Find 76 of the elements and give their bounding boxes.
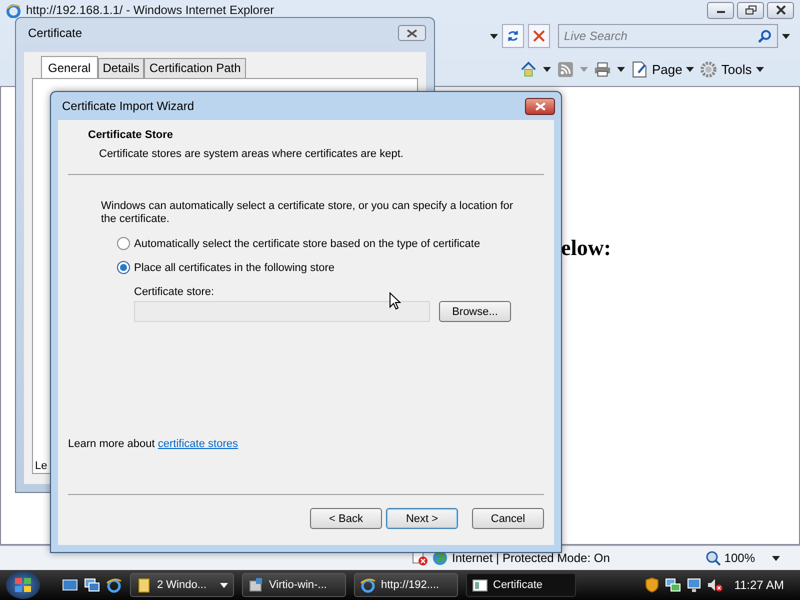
- command-menu[interactable]: Tools: [700, 60, 764, 78]
- restore-icon: [744, 5, 756, 15]
- search-dropdown-icon[interactable]: [782, 34, 790, 38]
- store-field[interactable]: [134, 301, 430, 322]
- refresh-icon: [506, 29, 520, 43]
- browser-logo-icon: [6, 2, 21, 18]
- window-icon: [472, 577, 488, 593]
- search-icon[interactable]: [758, 29, 772, 43]
- mouse-cursor-icon: [389, 292, 401, 310]
- caret-icon: [756, 66, 764, 72]
- restore-button[interactable]: [737, 2, 764, 18]
- wizard-title: Certificate Import Wizard: [62, 99, 194, 113]
- installer-icon: [248, 577, 264, 593]
- folder-icon: [136, 577, 152, 593]
- command-menu[interactable]: Page: [631, 60, 694, 78]
- stop-icon: [533, 30, 545, 42]
- desktop-icon[interactable]: [62, 577, 78, 593]
- taskbar-button[interactable]: Virtio-win-...: [242, 573, 346, 597]
- tab[interactable]: General: [41, 56, 98, 78]
- browse-button[interactable]: Browse...: [439, 301, 511, 322]
- address-dropdown-icon[interactable]: [490, 34, 498, 38]
- page-heading: elow:: [561, 235, 612, 261]
- taskbar-button[interactable]: 2 Windo...: [130, 573, 234, 597]
- shield-icon[interactable]: [644, 577, 660, 593]
- network-icon[interactable]: [665, 577, 682, 593]
- intro-text: Windows can automatically select a certificate store, or you can specify a location for the certificate.: [101, 200, 514, 226]
- clock[interactable]: 11:27 AM: [734, 578, 784, 592]
- tab[interactable]: Certification Path: [144, 58, 246, 78]
- gear-icon: [700, 60, 718, 78]
- radio-label[interactable]: Automatically select the certificate store based on the type of certificate: [134, 238, 480, 250]
- section-heading: Certificate Store: [88, 129, 174, 141]
- taskbar-button[interactable]: Certificate: [466, 573, 576, 597]
- refresh-button[interactable]: [502, 24, 524, 48]
- caret-icon: [686, 66, 694, 72]
- close-icon: [534, 102, 546, 110]
- muted-speaker-icon[interactable]: [707, 577, 724, 593]
- print-icon[interactable]: [594, 60, 611, 78]
- dropdown-icon[interactable]: [617, 66, 625, 72]
- dialog-title: Certificate: [28, 26, 82, 40]
- windows-logo-icon: [13, 575, 33, 595]
- learn-more-text: Learn more about certificate stores: [68, 438, 239, 450]
- close-button[interactable]: [767, 2, 794, 18]
- close-button[interactable]: [525, 98, 555, 114]
- search-field[interactable]: Live Search: [558, 24, 778, 48]
- caret-icon: [220, 582, 228, 588]
- window-title: http://192.168.1.1/ - Windows Internet Explorer: [26, 3, 274, 17]
- window-switch-icon[interactable]: [84, 577, 100, 593]
- field-label: Certificate store:: [134, 286, 216, 298]
- start-button[interactable]: [6, 571, 40, 599]
- radio-button[interactable]: [117, 261, 130, 274]
- wizard-button[interactable]: < Back: [310, 508, 382, 529]
- browser-logo-icon: [360, 577, 376, 593]
- tab[interactable]: Details: [98, 58, 144, 78]
- close-icon: [776, 5, 786, 15]
- wizard-button[interactable]: Next >: [386, 508, 458, 529]
- home-icon[interactable]: [520, 60, 537, 78]
- label-fragment: Le: [35, 460, 48, 472]
- taskbar-button[interactable]: http://192....: [354, 573, 458, 597]
- monitor-icon[interactable]: [686, 577, 702, 593]
- dropdown-icon[interactable]: [543, 66, 551, 72]
- close-icon: [406, 28, 418, 38]
- zoom-control[interactable]: 100%: [705, 550, 780, 566]
- minimize-button[interactable]: [707, 2, 734, 18]
- magnifier-icon: [705, 550, 722, 566]
- radio-label[interactable]: Place all certificates in the following store: [134, 262, 335, 274]
- caret-icon: [772, 556, 780, 560]
- zone-status: Internet | Protected Mode: On: [452, 551, 610, 565]
- browser-logo-icon[interactable]: [106, 577, 122, 593]
- section-description: Certificate stores are system areas where certificates are kept.: [98, 148, 404, 160]
- radio-button[interactable]: [117, 237, 130, 250]
- wizard-button[interactable]: Cancel: [472, 508, 544, 529]
- close-button[interactable]: [398, 25, 426, 41]
- stop-button[interactable]: [528, 24, 550, 48]
- feeds-icon[interactable]: [557, 60, 574, 78]
- page-icon: [631, 60, 648, 78]
- help-link[interactable]: certificate stores: [158, 438, 238, 450]
